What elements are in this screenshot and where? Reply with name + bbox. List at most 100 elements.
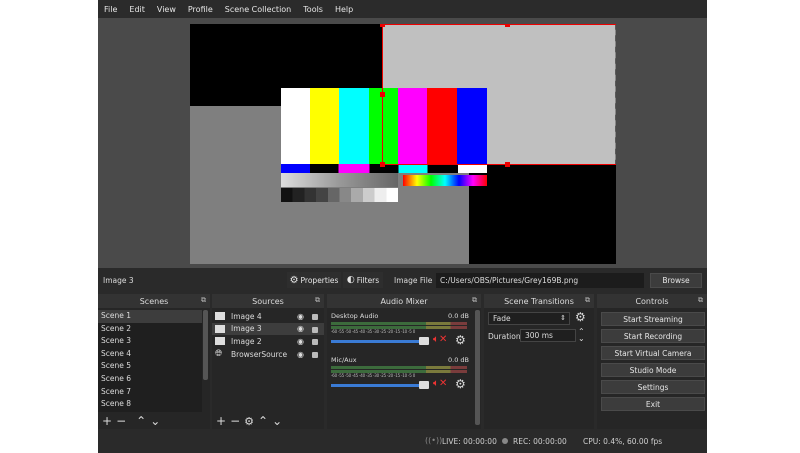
file-path-field[interactable]: C:/Users/OBS/Pictures/Grey169B.png (436, 273, 644, 288)
menu-tools[interactable]: Tools (297, 5, 329, 14)
track-level: 0.0 dB (448, 312, 469, 320)
lock-icon[interactable] (312, 339, 318, 346)
browse-button[interactable]: Browse (650, 273, 702, 288)
remove-scene-icon[interactable]: − (116, 414, 126, 428)
settings-button[interactable]: Settings (601, 380, 705, 394)
scene-item[interactable]: Scene 1 (98, 310, 202, 323)
source-item[interactable]: Image 4 ◉ (212, 310, 324, 323)
gear-icon[interactable]: ⚙ (244, 415, 254, 428)
exit-button[interactable]: Exit (601, 397, 705, 411)
mic-aux-track: Mic/Aux 0.0 dB -60 -55 -50 -45 -40 -35 -… (327, 354, 473, 396)
resize-handle[interactable] (380, 24, 385, 27)
move-up-icon[interactable]: ⌃ (136, 414, 146, 428)
scenes-dock: Scenes ⧉ Scene 1 Scene 2 Scene 3 Scene 4… (98, 294, 210, 429)
duration-field[interactable]: 300 ms (520, 329, 576, 342)
duration-stepper-icon[interactable]: ⌃ ⌄ (578, 328, 585, 343)
eye-icon[interactable]: ◉ (297, 324, 304, 333)
undock-icon[interactable]: ⧉ (698, 296, 703, 305)
source-item[interactable]: 🌐︎ BrowserSource ◉ (212, 348, 324, 361)
color-bar (339, 88, 369, 164)
scene-transitions-dock: Scene Transitions ⧉ Fade ⇕ ⚙ Duration 30… (484, 294, 594, 429)
audio-mixer-title: Audio Mixer ⧉ (327, 294, 481, 308)
live-icon: ((•)) (425, 436, 443, 445)
move-down-icon[interactable]: ⌄ (150, 414, 160, 428)
muted-speaker-icon[interactable]: 🔈︎✕ (433, 334, 447, 345)
add-source-icon[interactable]: + (216, 414, 226, 428)
menu-scene-collection[interactable]: Scene Collection (219, 5, 298, 14)
scene-item[interactable]: Scene 5 (98, 360, 202, 373)
move-up-icon[interactable]: ⌃ (258, 414, 268, 428)
rainbow-ramp (403, 175, 487, 186)
preview-area (98, 18, 707, 268)
lock-icon[interactable] (312, 326, 318, 333)
lock-icon[interactable] (312, 351, 318, 358)
scene-transitions-title: Scene Transitions ⧉ (484, 294, 594, 308)
eye-icon[interactable]: ◉ (297, 350, 304, 359)
scene-item[interactable]: Scene 8 (98, 398, 202, 411)
remove-source-icon[interactable]: − (230, 414, 240, 428)
gear-icon[interactable]: ⚙ (455, 377, 466, 391)
image-icon (215, 324, 225, 333)
audio-mixer-title-text: Audio Mixer (380, 296, 428, 306)
volume-slider[interactable] (331, 384, 429, 387)
status-bar: ((•)) LIVE: 00:00:00 REC: 00:00:00 CPU: … (98, 432, 707, 453)
undock-icon[interactable]: ⧉ (315, 296, 320, 305)
muted-speaker-icon[interactable]: 🔈︎✕ (433, 378, 447, 389)
audio-mixer-dock: Audio Mixer ⧉ Desktop Audio 0.0 dB -60 -… (327, 294, 481, 429)
preview-canvas[interactable] (190, 24, 616, 264)
file-path-value: C:/Users/OBS/Pictures/Grey169B.png (440, 276, 579, 285)
gear-icon[interactable]: ⚙ (575, 310, 586, 324)
resize-handle[interactable] (505, 24, 510, 27)
menu-view[interactable]: View (151, 5, 182, 14)
resize-handle[interactable] (505, 162, 510, 167)
track-name: Mic/Aux (331, 356, 357, 364)
slider-thumb[interactable] (419, 381, 429, 389)
undock-icon[interactable]: ⧉ (585, 296, 590, 305)
scenes-title-text: Scenes (139, 296, 169, 306)
selected-source-label: Image 3 (103, 276, 134, 285)
scene-item[interactable]: Scene 6 (98, 373, 202, 386)
properties-bar: Image 3 ⚙ Properties ◐ Filters Image Fil… (98, 270, 707, 292)
properties-button[interactable]: ⚙ Properties (287, 272, 341, 288)
start-virtual-camera-button[interactable]: Start Virtual Camera (601, 346, 705, 360)
scenes-toolbar: + − ⌃ ⌄ (98, 413, 160, 429)
menu-bar: File Edit View Profile Scene Collection … (98, 0, 707, 18)
start-streaming-button[interactable]: Start Streaming (601, 312, 705, 326)
selection-outline (382, 24, 616, 165)
source-name: Image 3 (231, 324, 262, 334)
scene-item[interactable]: Scene 3 (98, 335, 202, 348)
lock-icon[interactable] (312, 314, 318, 320)
gear-icon[interactable]: ⚙ (455, 333, 466, 347)
scenes-scrollbar[interactable] (203, 310, 208, 380)
scene-item[interactable]: Scene 2 (98, 323, 202, 336)
eye-icon[interactable]: ◉ (297, 337, 304, 346)
transition-select[interactable]: Fade ⇕ (488, 312, 570, 325)
menu-profile[interactable]: Profile (182, 5, 219, 14)
sources-dock: Sources ⧉ Image 4 ◉ Image 3 ◉ Image 2 ◉ (212, 294, 324, 429)
menu-edit[interactable]: Edit (123, 5, 151, 14)
slider-thumb[interactable] (419, 337, 429, 345)
source-item[interactable]: Image 3 ◉ (212, 322, 324, 336)
menu-help[interactable]: Help (329, 5, 359, 14)
image-icon (215, 312, 225, 321)
menu-file[interactable]: File (98, 5, 123, 14)
studio-mode-button[interactable]: Studio Mode (601, 363, 705, 377)
audio-scrollbar[interactable] (475, 310, 480, 425)
controls-dock: Controls ⧉ Start Streaming Start Recordi… (597, 294, 707, 429)
source-item[interactable]: Image 2 ◉ (212, 335, 324, 348)
scene-item[interactable]: Scene 7 (98, 386, 202, 399)
resize-handle[interactable] (380, 162, 385, 167)
add-scene-icon[interactable]: + (102, 414, 112, 428)
eye-icon[interactable]: ◉ (297, 312, 304, 321)
sources-list: Image 4 ◉ Image 3 ◉ Image 2 ◉ 🌐︎ Browser… (212, 310, 324, 360)
live-status: LIVE: 00:00:00 (442, 437, 497, 446)
move-down-icon[interactable]: ⌄ (272, 414, 282, 428)
grey-ramp (281, 173, 398, 187)
resize-handle[interactable] (380, 92, 385, 97)
undock-icon[interactable]: ⧉ (201, 296, 206, 305)
start-recording-button[interactable]: Start Recording (601, 329, 705, 343)
scene-item[interactable]: Scene 4 (98, 348, 202, 361)
filters-button[interactable]: ◐ Filters (343, 272, 383, 288)
volume-slider[interactable] (331, 340, 429, 343)
undock-icon[interactable]: ⧉ (472, 296, 477, 305)
